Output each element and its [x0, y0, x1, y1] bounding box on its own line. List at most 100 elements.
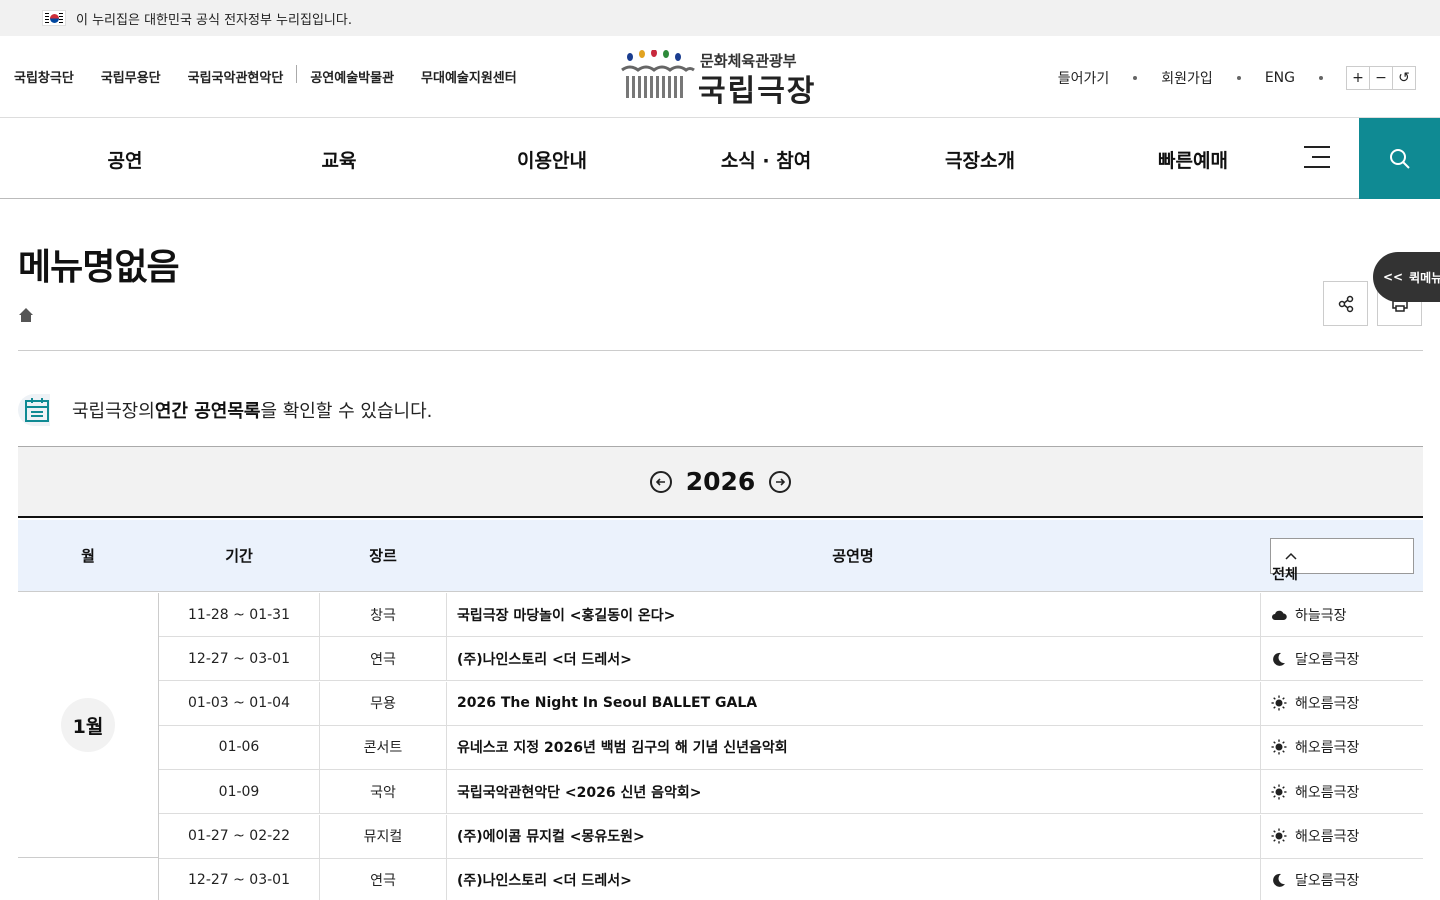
search-button[interactable] [1359, 118, 1440, 199]
logo-title: 국립극장 [698, 74, 817, 109]
venue-cell: 해오름극장 [1261, 770, 1423, 813]
period-cell: 12-27 ~ 03-01 [159, 858, 320, 900]
genre-cell: 국악 [320, 770, 447, 814]
chevron-up-icon [1285, 552, 1297, 560]
family-site-link[interactable]: 국립창극단 [14, 67, 74, 86]
table-row[interactable]: 11-28 ~ 01-31 창극 국립극장 마당놀이 <홍길동이 온다> 하늘극장 [159, 593, 1423, 637]
nav-education[interactable]: 교육 [322, 146, 357, 173]
table-header: 월 기간 장르 공연명 전체 [18, 520, 1423, 592]
zoom-reset-button[interactable]: ↺ [1392, 66, 1416, 90]
month-cell [18, 858, 159, 900]
util-links: 들어가기 회원가입 ENG + − ↺ [1048, 66, 1416, 90]
genre-cell: 연극 [320, 637, 447, 681]
next-year-button[interactable] [769, 470, 792, 493]
genre-cell: 연극 [320, 858, 447, 900]
genre-cell: 콘서트 [320, 725, 447, 769]
performance-title-link[interactable]: 국립국악관현악단 <2026 신년 음악회> [447, 770, 1261, 814]
performance-title-link[interactable]: 2026 The Night In Seoul BALLET GALA [447, 681, 1261, 725]
arrow-left-icon [655, 477, 665, 486]
month-cell: 1월 [18, 593, 159, 858]
arrow-right-icon [776, 477, 786, 486]
venue-name: 달오름극장 [1295, 651, 1360, 668]
home-icon[interactable] [18, 307, 34, 323]
gov-banner-text: 이 누리집은 대한민국 공식 전자정부 누리집입니다. [76, 12, 352, 28]
period-cell: 01-03 ~ 01-04 [159, 681, 320, 725]
venue-name: 하늘극장 [1295, 607, 1347, 624]
venue-name: 달오름극장 [1295, 873, 1360, 890]
current-year: 2026 [685, 467, 756, 496]
performance-title-link[interactable]: (주)나인스토리 <더 드레서> [447, 858, 1261, 900]
moon-icon [1273, 874, 1285, 888]
english-link[interactable]: ENG [1265, 70, 1295, 86]
share-icon [1338, 295, 1353, 312]
table-row[interactable]: 01-03 ~ 01-04 무용 2026 The Night In Seoul B… [159, 681, 1423, 726]
genre-cell: 창극 [320, 593, 447, 636]
korea-flag-icon [42, 10, 66, 26]
join-link[interactable]: 회원가입 [1161, 68, 1213, 88]
double-chevron-left-icon: << [1383, 270, 1404, 284]
performance-title-link[interactable]: 유네스코 지정 2026년 백범 김구의 해 기념 신년음악회 [447, 725, 1261, 769]
cloud-icon [1272, 610, 1287, 620]
venue-cell: 달오름극장 [1261, 637, 1423, 680]
nav-news[interactable]: 소식 · 참여 [721, 146, 811, 173]
moon-icon [1273, 652, 1285, 666]
performance-title-link[interactable]: (주)에이콤 뮤지컬 <몽유도원> [447, 814, 1261, 858]
venue-name: 해오름극장 [1295, 829, 1360, 845]
venue-name: 해오름극장 [1295, 784, 1360, 801]
site-logo[interactable]: 문화체육관광부 국립극장 [620, 49, 830, 109]
family-site-link[interactable]: 무대예술지원센터 [421, 67, 517, 86]
header-period: 기간 [225, 547, 253, 565]
intro-before: 국립극장의 [72, 401, 155, 422]
family-site-link[interactable]: 공연예술박물관 [310, 67, 394, 86]
period-cell: 01-09 [159, 770, 320, 814]
venue-filter-select[interactable]: 전체 [1270, 538, 1414, 583]
divider [18, 350, 1423, 351]
prev-year-button[interactable] [649, 470, 672, 493]
quick-menu-button[interactable]: << 퀵메뉴 [1373, 252, 1440, 302]
nav-performance[interactable]: 공연 [108, 146, 143, 173]
site-header: 국립창극단 국립무용단 국립국악관현악단 공연예술박물관 무대예술지원센터 문화… [0, 36, 1440, 118]
intro-after: 을 확인할 수 있습니다. [260, 401, 433, 422]
venue-cell: 해오름극장 [1261, 815, 1423, 858]
family-sites: 국립창극단 국립무용단 국립국악관현악단 공연예술박물관 무대예술지원센터 [14, 65, 544, 86]
nav-guide[interactable]: 이용안내 [517, 146, 587, 173]
table-row[interactable]: 01-06 콘서트 유네스코 지정 2026년 백범 김구의 해 기념 신년음악회 해… [159, 725, 1423, 770]
venue-cell: 하늘극장 [1261, 593, 1423, 636]
intro-text: 국립극장의 연간 공연목록 을 확인할 수 있습니다. [18, 394, 432, 426]
performance-title-link[interactable]: (주)나인스토리 <더 드레서> [447, 637, 1261, 681]
year-selector: 2026 [18, 446, 1423, 518]
genre-cell: 무용 [320, 681, 447, 725]
login-link[interactable]: 들어가기 [1058, 68, 1110, 88]
gov-banner: 이 누리집은 대한민국 공식 전자정부 누리집입니다. [0, 0, 1440, 36]
venue-name: 해오름극장 [1295, 696, 1360, 713]
table-row[interactable]: 01-09 국악 국립국악관현악단 <2026 신년 음악회> 해오름극장 [159, 770, 1423, 815]
calendar-icon [18, 394, 50, 426]
share-button[interactable] [1323, 281, 1368, 326]
header-genre: 장르 [369, 547, 397, 565]
period-cell: 11-28 ~ 01-31 [159, 593, 320, 636]
zoom-controls: + − ↺ [1346, 66, 1416, 90]
nav-quick-booking[interactable]: 빠른예매 [1158, 146, 1228, 173]
performance-title-link[interactable]: 국립극장 마당놀이 <홍길동이 온다> [447, 593, 1261, 636]
nav-about[interactable]: 극장소개 [945, 146, 1015, 173]
table-row[interactable]: 12-27 ~ 03-01 연극 (주)나인스토리 <더 드레서> 달오름극장 [159, 637, 1423, 682]
venue-cell: 해오름극장 [1261, 726, 1423, 769]
family-site-link[interactable]: 국립무용단 [101, 67, 161, 86]
divider [296, 65, 298, 83]
zoom-in-button[interactable]: + [1346, 66, 1370, 90]
search-icon [1389, 148, 1410, 169]
page-title: 메뉴명없음 [18, 247, 180, 288]
venue-cell: 달오름극장 [1261, 859, 1423, 900]
hamburger-menu-icon[interactable] [1304, 146, 1330, 168]
theater-logo-icon [621, 49, 695, 98]
zoom-out-button[interactable]: − [1369, 66, 1393, 90]
table-row[interactable]: 01-27 ~ 02-22 뮤지컬 (주)에이콤 뮤지컬 <몽유도원> 해오름극장 [159, 814, 1423, 859]
table-row[interactable]: 12-27 ~ 03-01 연극 (주)나인스토리 <더 드레서> 달오름극장 [159, 858, 1423, 900]
sun-icon [1271, 739, 1287, 755]
main-nav: 공연 교육 이용안내 소식 · 참여 극장소개 빠른예매 [0, 118, 1440, 199]
month-label: 1월 [61, 698, 115, 752]
divider [1236, 76, 1241, 80]
family-site-link[interactable]: 국립국악관현악단 [188, 67, 284, 86]
sun-icon [1271, 828, 1287, 844]
header-title: 공연명 [832, 547, 874, 565]
